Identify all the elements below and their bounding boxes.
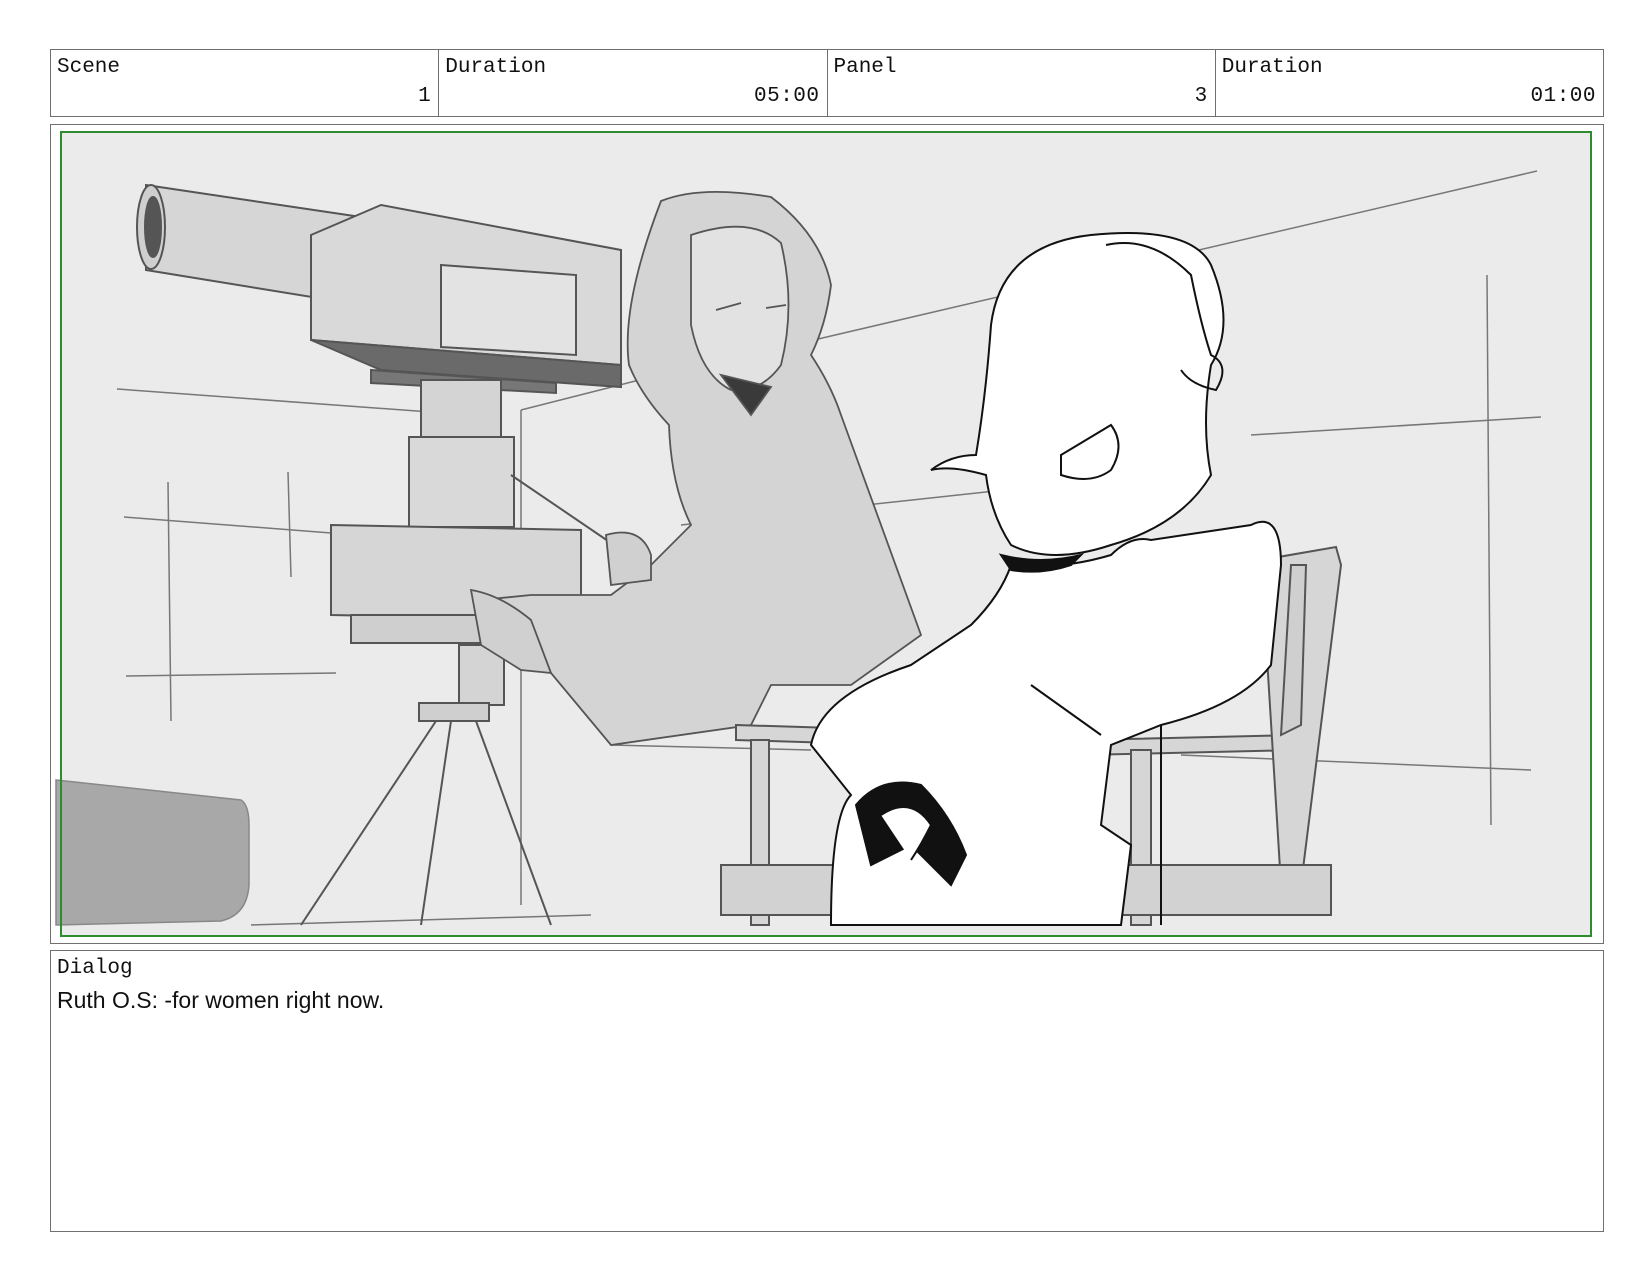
storyboard-sketch (55, 131, 1592, 937)
scene-duration-label: Duration (445, 56, 547, 79)
scene-label: Scene (57, 56, 121, 79)
scene-duration-value: 05:00 (753, 85, 820, 108)
dialog-text: Ruth O.S: -for women right now. (57, 987, 385, 1013)
panel-value: 3 (1194, 85, 1208, 108)
scene-value: 1 (418, 85, 432, 108)
dialog-box: Dialog Ruth O.S: -for women right now. (50, 950, 1604, 1232)
storyboard-panel (50, 124, 1604, 944)
panel-cell: Panel 3 (828, 50, 1216, 116)
panel-label: Panel (833, 56, 897, 79)
scene-cell: Scene 1 (51, 50, 440, 116)
panel-duration-label: Duration (1221, 56, 1323, 79)
foreground-block (55, 779, 250, 926)
panel-info-header: Scene 1 Duration 05:00 Panel 3 Duration … (50, 49, 1604, 117)
dialog-label: Dialog (57, 957, 133, 980)
panel-duration-value: 01:00 (1530, 85, 1596, 108)
scene-duration-cell: Duration 05:00 (439, 50, 828, 116)
panel-duration-cell: Duration 01:00 (1216, 50, 1603, 116)
